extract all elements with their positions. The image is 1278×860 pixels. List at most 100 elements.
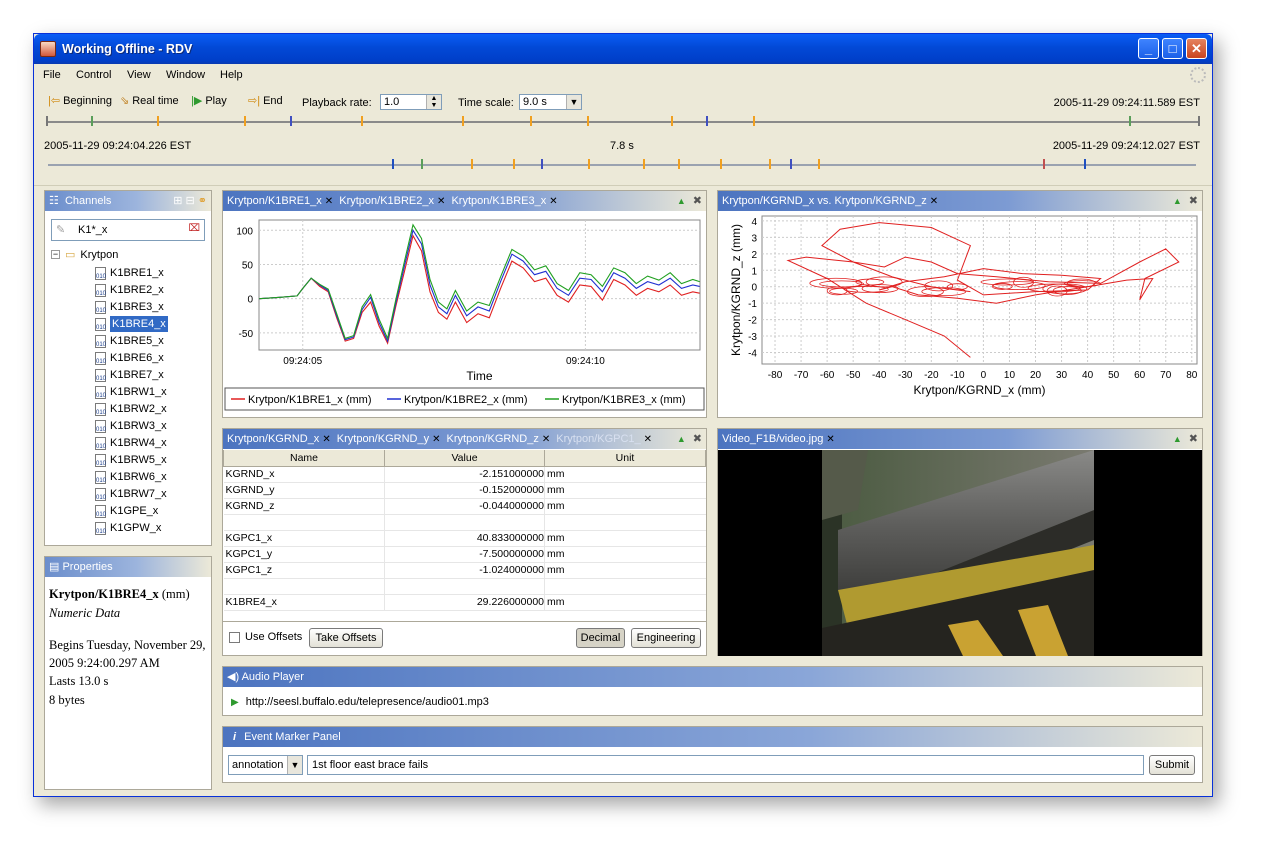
zoom-slider[interactable]	[48, 159, 1196, 171]
slider-end-handle	[1198, 116, 1200, 126]
beginning-button[interactable]: |⇦ Beginning	[48, 95, 112, 107]
y-tick-label: 0	[751, 283, 757, 294]
tab-kgrnd-y[interactable]: Krytpon/KGRND_y ✕	[337, 429, 441, 449]
tab-k1bre2[interactable]: Krytpon/K1BRE2_x ✕	[339, 191, 445, 211]
title-bar[interactable]: Working Offline - RDV _ □ ✕	[34, 34, 1212, 64]
decimal-button[interactable]: Decimal	[576, 628, 625, 648]
collapse-all-icon[interactable]: ⊟	[186, 195, 195, 207]
play-label: Play	[205, 95, 227, 107]
property-lasts: Lasts 13.0 s	[49, 674, 109, 688]
rate-spinner[interactable]: 1.0 ▲ ▼	[380, 94, 442, 110]
unit-cell: mm	[544, 546, 706, 563]
minimize-button[interactable]: _	[1138, 38, 1159, 59]
table-row[interactable]: KGRND_x -2.151000000 mm	[223, 466, 706, 483]
channel-item[interactable]: 010 K1BRW4_x	[95, 435, 167, 451]
tab-k1bre3[interactable]: Krytpon/K1BRE3_x ✕	[451, 191, 557, 211]
table-row[interactable]: KGPC1_z -1.024000000 mm	[223, 562, 706, 579]
collapse-icon[interactable]: −	[51, 250, 60, 259]
channel-item[interactable]: 010 K1BRW6_x	[95, 469, 167, 485]
column-header-value[interactable]: Value	[384, 450, 545, 467]
end-button[interactable]: ⇨| End	[248, 95, 283, 107]
unit-cell: mm	[544, 594, 706, 611]
realtime-button[interactable]: ⇘ Real time	[120, 95, 179, 107]
table-row[interactable]: KGPC1_y -7.500000000 mm	[223, 546, 706, 563]
close-panel-icon[interactable]: ✖	[693, 433, 702, 445]
table-row[interactable]: KGRND_z -0.044000000 mm	[223, 498, 706, 515]
maximize-button[interactable]: □	[1162, 38, 1183, 59]
close-panel-icon[interactable]: ✖	[693, 195, 702, 207]
take-offsets-button[interactable]: Take Offsets	[309, 628, 383, 648]
channel-item[interactable]: 010 K1BRE5_x	[95, 333, 164, 349]
channel-item[interactable]: 010 K1BRE2_x	[95, 282, 164, 298]
column-header-name[interactable]: Name	[223, 450, 385, 467]
close-button[interactable]: ✕	[1186, 38, 1207, 59]
time-slider[interactable]	[46, 116, 1200, 128]
channel-item[interactable]: 010 K1BRE1_x	[95, 265, 164, 281]
tree-root[interactable]: − ▭ Krytpon	[51, 248, 118, 261]
use-offsets-checkbox[interactable]: Use Offsets	[229, 631, 302, 643]
channel-item[interactable]: 010 K1BRE4_x	[95, 316, 168, 332]
channel-item[interactable]: 010 K1BRE3_x	[95, 299, 164, 315]
link-icon[interactable]: ⚭	[198, 195, 207, 207]
menu-window[interactable]: Window	[166, 69, 205, 81]
channel-item[interactable]: 010 K1BRW3_x	[95, 418, 167, 434]
event-marker	[818, 159, 820, 169]
channel-item[interactable]: 010 K1BRW7_x	[95, 486, 167, 502]
menu-help[interactable]: Help	[220, 69, 243, 81]
channel-item[interactable]: 010 K1BRW2_x	[95, 401, 167, 417]
play-button[interactable]: |▶ Play	[191, 95, 227, 107]
event-text-input[interactable]: 1st floor east brace fails	[307, 755, 1144, 775]
chevron-down-icon[interactable]: ▼	[566, 95, 581, 109]
event-marker	[530, 116, 532, 126]
data-file-icon: 010	[95, 283, 106, 297]
maximize-panel-icon[interactable]: ▲	[1173, 196, 1182, 206]
tab-xy[interactable]: Krytpon/KGRND_x vs. Krytpon/KGRND_z ✕	[722, 191, 938, 211]
clear-filter-icon[interactable]: ⌧	[188, 223, 200, 234]
zoom-end-handle[interactable]	[1084, 159, 1086, 169]
menu-file[interactable]: File	[43, 69, 61, 81]
table-row[interactable]	[223, 578, 706, 595]
channel-item[interactable]: 010 K1BRW1_x	[95, 384, 167, 400]
scale-select[interactable]: 9.0 s ▼	[519, 94, 582, 110]
close-panel-icon[interactable]: ✖	[1189, 195, 1198, 207]
channel-item[interactable]: 010 K1GPW_x	[95, 520, 161, 536]
table-row[interactable]: KGRND_y -0.152000000 mm	[223, 482, 706, 499]
menu-control[interactable]: Control	[76, 69, 111, 81]
channel-item[interactable]: 010 K1BRW5_x	[95, 452, 167, 468]
play-icon[interactable]: ▶	[231, 697, 239, 708]
tab-kgrnd-x[interactable]: Krytpon/KGRND_x ✕	[227, 429, 331, 449]
data-file-icon: 010	[95, 419, 106, 433]
end-icon: ⇨|	[248, 95, 261, 107]
audio-track[interactable]: ▶ http://seesl.buffalo.edu/telepresence/…	[231, 696, 489, 708]
maximize-panel-icon[interactable]: ▲	[677, 196, 686, 206]
menu-view[interactable]: View	[127, 69, 151, 81]
close-panel-icon[interactable]: ✖	[1189, 433, 1198, 445]
tab-video[interactable]: Video_F1B/video.jpg ✕	[722, 429, 835, 449]
plot-area	[258, 219, 701, 351]
event-type-select[interactable]: annotation ▼	[228, 755, 303, 775]
spinner-arrows-icon[interactable]: ▲ ▼	[426, 95, 441, 109]
channel-item[interactable]: 010 K1BRE7_x	[95, 367, 164, 383]
tab-k1bre1[interactable]: Krytpon/K1BRE1_x ✕	[227, 191, 333, 211]
chevron-down-icon[interactable]: ▼	[287, 756, 302, 774]
zoom-start-handle[interactable]	[392, 159, 394, 169]
channel-item[interactable]: 010 K1BRE6_x	[95, 350, 164, 366]
engineering-button[interactable]: Engineering	[631, 628, 701, 648]
tab-kgrnd-z[interactable]: Krytpon/KGRND_z ✕	[447, 429, 551, 449]
submit-button[interactable]: Submit	[1149, 755, 1195, 775]
maximize-panel-icon[interactable]: ▲	[1173, 434, 1182, 444]
channel-filter[interactable]: ✎ K1*_x ⌧	[51, 219, 205, 241]
table-row[interactable]: KGPC1_x 40.833000000 mm	[223, 530, 706, 547]
tab-kgpc1[interactable]: Krytpon/KGPC1_ ✕	[556, 429, 652, 449]
table-row[interactable]: K1BRE4_x 29.226000000 mm	[223, 594, 706, 611]
maximize-panel-icon[interactable]: ▲	[677, 434, 686, 444]
channel-label: K1BRW3_x	[110, 420, 167, 432]
table-row[interactable]	[223, 514, 706, 531]
column-header-unit[interactable]: Unit	[544, 450, 706, 467]
window-title: Working Offline - RDV	[62, 42, 193, 56]
checkbox-icon[interactable]	[229, 631, 240, 643]
expand-all-icon[interactable]: ⊞	[173, 195, 182, 207]
x-tick-label: 20	[1030, 370, 1042, 381]
channel-item[interactable]: 010 K1GPE_x	[95, 503, 158, 519]
realtime-icon: ⇘	[120, 95, 130, 107]
